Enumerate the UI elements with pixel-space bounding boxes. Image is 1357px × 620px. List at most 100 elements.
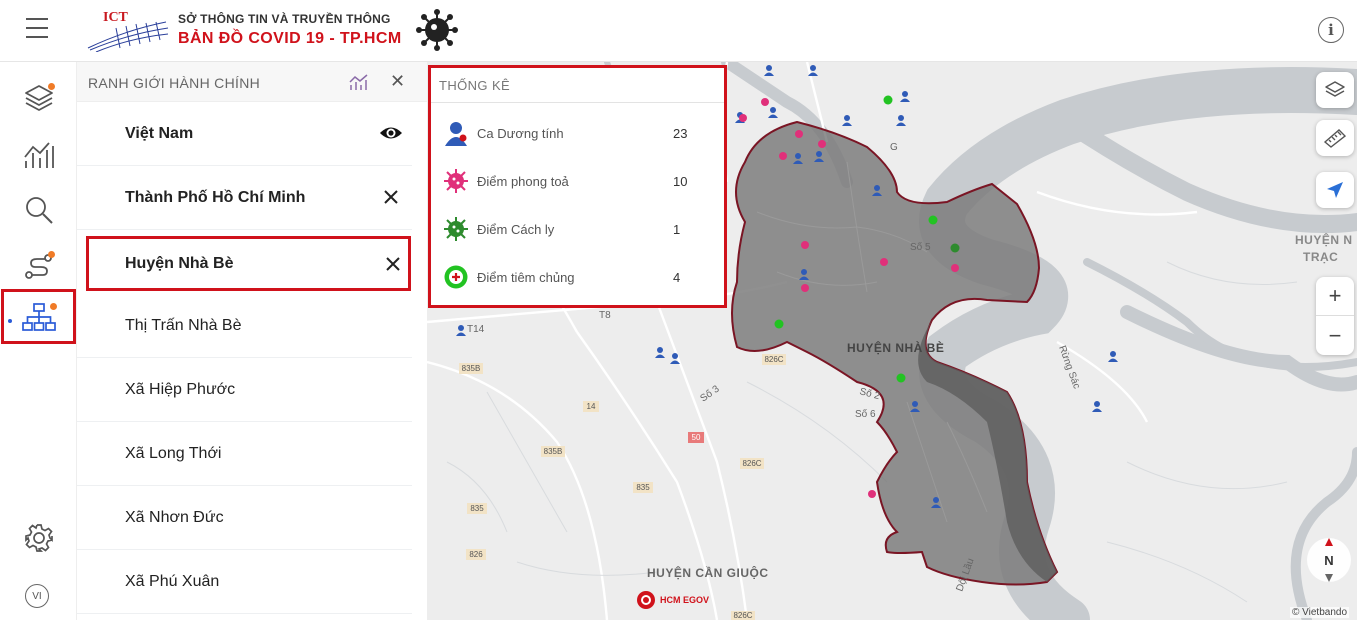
boundary-label: Xã Long Thới (125, 444, 222, 462)
compass-icon[interactable]: N (1306, 530, 1352, 586)
boundary-item[interactable]: Xã Phú Xuân (77, 550, 412, 614)
route-shield: 826C (764, 355, 783, 364)
boundary-label: Thị Trấn Nhà Bè (125, 316, 242, 334)
eye-icon[interactable] (379, 124, 403, 142)
egov-icon (637, 591, 655, 609)
zoom-out-button[interactable]: − (1316, 316, 1354, 355)
compass-label: N (1324, 553, 1333, 568)
stat-value: 23 (673, 126, 688, 141)
boundary-label: Huyện Nhà Bè (125, 254, 234, 272)
zoom-control: + − (1316, 277, 1354, 355)
virus-logo-icon (416, 9, 458, 51)
app-title: BẢN ĐỒ COVID 19 - TP.HCM (178, 30, 402, 47)
top-bar: ICT SỞ THÔNG TIN VÀ TRUYỀN THÔNG BẢN ĐỒ … (0, 0, 1357, 62)
chart-button[interactable] (0, 126, 77, 182)
boundary-label: Xã Nhơn Đức (125, 508, 224, 526)
stat-value: 10 (673, 174, 688, 189)
admin-boundary-button[interactable] (1, 289, 76, 344)
locate-button[interactable] (1316, 172, 1354, 208)
search-icon (25, 197, 53, 224)
stat-label: Điểm phong toả (477, 174, 569, 189)
info-button[interactable]: i (1318, 17, 1344, 43)
east-label: TRẠC (1303, 250, 1338, 264)
boundary-item[interactable]: Thành Phố Hồ Chí Minh (77, 166, 412, 230)
svg-text:ICT: ICT (103, 10, 129, 25)
left-toolbar: VI (0, 62, 77, 620)
boundary-label: Việt Nam (125, 124, 194, 142)
statistics-title: THỐNG KÊ (439, 78, 511, 93)
divider (431, 102, 724, 103)
panel-title: RANH GIỚI HÀNH CHÍNH (88, 75, 261, 91)
layers-button[interactable] (0, 70, 77, 126)
close-icon[interactable] (384, 255, 402, 273)
ruler-icon (1323, 129, 1347, 148)
chart-icon (23, 142, 54, 168)
gear-icon (24, 524, 53, 552)
boundary-item-selected[interactable]: Huyện Nhà Bè (86, 236, 411, 291)
route-shield: 835 (636, 483, 650, 492)
layers-icon (1325, 81, 1345, 97)
road-label: G (890, 142, 898, 153)
virus-icon (444, 169, 468, 193)
route-button[interactable] (0, 238, 77, 294)
map-attribution[interactable]: © Vietbando (1290, 607, 1350, 618)
org-name: SỞ THÔNG TIN VÀ TRUYỀN THÔNG (178, 12, 391, 26)
notification-dot (48, 251, 55, 258)
egov-logo: HCM EGOV (636, 590, 709, 610)
statistics-icon[interactable] (348, 73, 370, 91)
map-layers-button[interactable] (1316, 72, 1354, 108)
route-shield: 14 (587, 402, 596, 411)
panel-close-icon[interactable]: ✕ (390, 71, 405, 92)
stat-vaccination-points: Điểm tiêm chủng 4 (441, 262, 711, 292)
statistics-panel: THỐNG KÊ Ca Dương tính 23 Điểm phong toả… (428, 65, 727, 308)
panel-header: RANH GIỚI HÀNH CHÍNH ✕ (77, 62, 427, 102)
navigation-icon (1327, 182, 1343, 198)
neighbor-label: HUYỆN CẦN GIUỘC (647, 565, 769, 580)
route-shield: 835B (462, 364, 481, 373)
boundary-item[interactable]: Xã Nhơn Đức (77, 486, 412, 550)
stat-lockdown-points: Điểm phong toả 10 (441, 166, 711, 196)
boundary-label: Xã Phú Xuân (125, 572, 220, 590)
stat-label: Điểm tiêm chủng (477, 270, 575, 285)
notification-dot (48, 83, 55, 90)
boundary-item[interactable]: Xã Hiệp Phước (77, 358, 412, 422)
stat-label: Điểm Cách ly (477, 222, 555, 237)
egov-label: HCM EGOV (660, 595, 710, 605)
road-label: T8 (599, 310, 611, 321)
search-button[interactable] (0, 182, 77, 238)
route-shield: 826C (742, 459, 761, 468)
stat-label: Ca Dương tính (477, 126, 564, 141)
org-title: SỞ THÔNG TIN VÀ TRUYỀN THÔNG BẢN ĐỒ COVI… (178, 12, 402, 48)
route-shield: 826 (469, 550, 483, 559)
notification-dot (50, 303, 57, 310)
virus-icon (444, 217, 468, 241)
route-shield: 835B (544, 447, 563, 456)
stat-value: 4 (673, 270, 681, 285)
east-label: HUYỆN N (1295, 232, 1353, 247)
road-label: Số 6 (855, 408, 876, 420)
quarantine-marker (950, 243, 960, 253)
boundary-item[interactable]: Xã Long Thới (77, 422, 412, 486)
road-label: Số 5 (910, 241, 931, 253)
district-label: HUYỆN NHÀ BÈ (847, 340, 944, 355)
active-marker (8, 319, 12, 323)
stat-value: 1 (673, 222, 681, 237)
route-shield: 826C (733, 611, 752, 620)
ict-logo: ICT (87, 10, 169, 52)
close-icon[interactable] (382, 188, 400, 206)
language-button[interactable]: VI (25, 584, 49, 608)
stat-quarantine-points: Điểm Cách ly 1 (441, 214, 711, 244)
boundary-item[interactable]: Việt Nam (77, 102, 412, 166)
menu-icon[interactable] (26, 18, 48, 38)
vaccine-icon (444, 265, 468, 289)
measure-button[interactable] (1316, 120, 1354, 156)
boundary-label: Thành Phố Hồ Chí Minh (125, 188, 306, 206)
route-shield: 835 (470, 504, 484, 513)
stat-positive-cases: Ca Dương tính 23 (441, 118, 711, 148)
person-icon (445, 122, 467, 146)
admin-boundary-panel: RANH GIỚI HÀNH CHÍNH ✕ Việt Nam Thành Ph… (77, 62, 427, 620)
road-label: T14 (467, 324, 485, 335)
zoom-in-button[interactable]: + (1316, 277, 1354, 316)
boundary-item[interactable]: Thị Trấn Nhà Bè (77, 294, 412, 358)
settings-button[interactable] (0, 510, 77, 566)
